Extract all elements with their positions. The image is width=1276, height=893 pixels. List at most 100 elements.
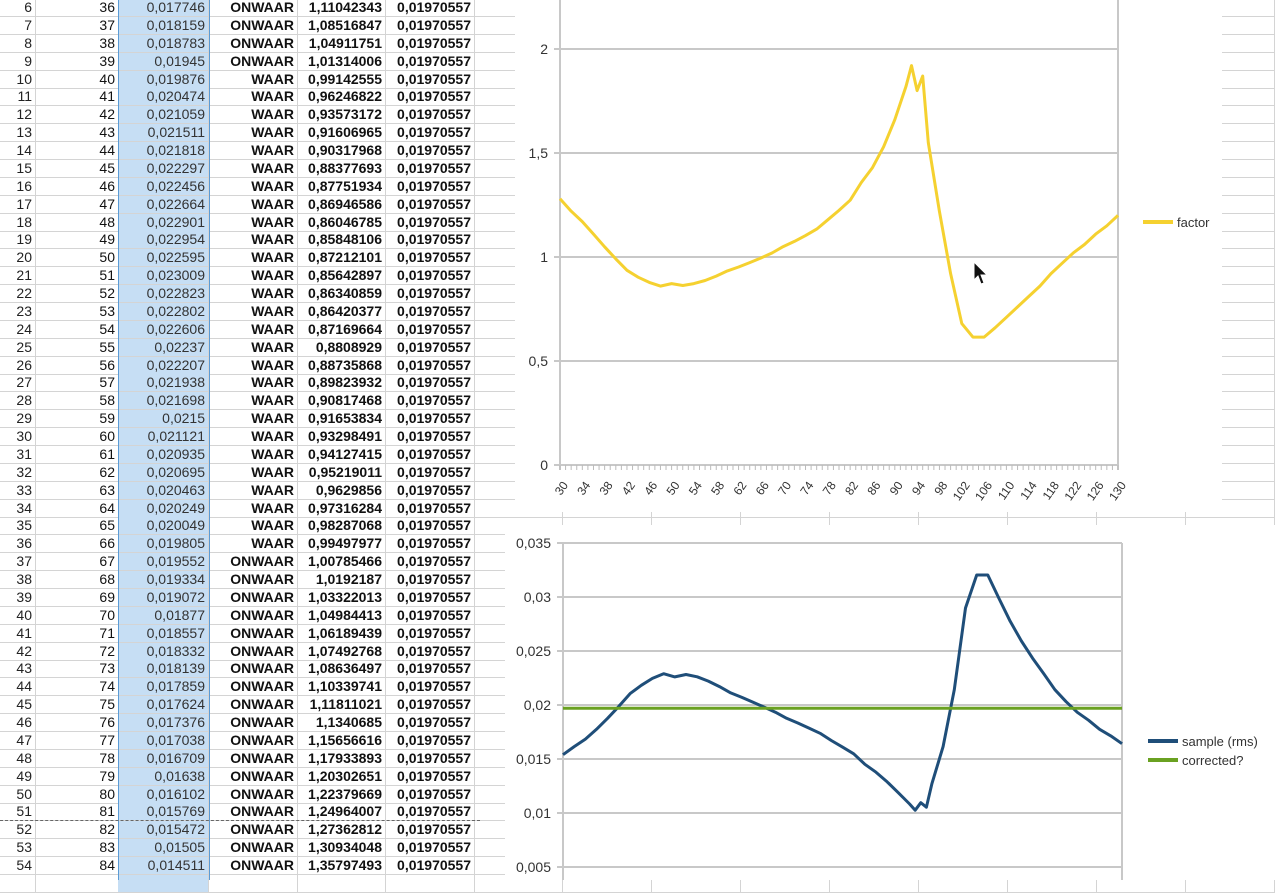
cell-f[interactable]: 0,01970557 — [386, 70, 475, 89]
row-header[interactable]: 44 — [0, 678, 36, 697]
row-header[interactable]: 35 — [0, 517, 36, 536]
cell-f[interactable]: 0,01970557 — [386, 267, 475, 286]
cell-d[interactable]: WAAR — [209, 445, 298, 464]
cell-b[interactable]: 72 — [35, 642, 119, 661]
cell-c[interactable]: 0,018557 — [118, 624, 209, 643]
row-header[interactable] — [0, 874, 36, 893]
row-header[interactable]: 24 — [0, 320, 36, 339]
cell-c[interactable]: 0,017038 — [118, 731, 209, 750]
cell-d[interactable]: ONWAAR — [209, 857, 298, 875]
cell-d[interactable]: ONWAAR — [209, 571, 298, 589]
cell-b[interactable]: 45 — [35, 159, 119, 178]
cell-b[interactable]: 43 — [35, 124, 119, 143]
cell-b[interactable]: 61 — [35, 445, 119, 464]
cell-b[interactable]: 76 — [35, 714, 119, 732]
cell-f[interactable]: 0,01970557 — [386, 535, 475, 554]
cell-c[interactable]: 0,021938 — [118, 374, 209, 393]
cell-d[interactable]: WAAR — [209, 428, 298, 446]
cell-f[interactable] — [386, 874, 475, 893]
cell-c[interactable]: 0,021121 — [118, 428, 209, 446]
cell-b[interactable]: 63 — [35, 481, 119, 500]
cell-f[interactable]: 0,01970557 — [386, 571, 475, 589]
cell-d[interactable]: ONWAAR — [209, 16, 298, 35]
cell-c[interactable]: 0,017859 — [118, 678, 209, 697]
cell-e[interactable]: 1,27362812 — [297, 821, 386, 840]
cell-e[interactable]: 1,15656616 — [297, 731, 386, 750]
cell-c[interactable]: 0,021818 — [118, 142, 209, 160]
cell-c[interactable]: 0,01638 — [118, 767, 209, 786]
cell-b[interactable]: 62 — [35, 463, 119, 482]
cell-e[interactable]: 0,93573172 — [297, 106, 386, 125]
cell-f[interactable]: 0,01970557 — [386, 803, 475, 822]
cell-d[interactable]: WAAR — [209, 106, 298, 125]
cell-f[interactable]: 0,01970557 — [386, 338, 475, 357]
cell-c[interactable]: 0,01877 — [118, 606, 209, 625]
cell-e[interactable]: 1,24964007 — [297, 803, 386, 822]
cell-c[interactable]: 0,014511 — [118, 857, 209, 875]
cell-c[interactable]: 0,015472 — [118, 821, 209, 840]
cell-e[interactable]: 1,30934048 — [297, 839, 386, 858]
cell-b[interactable]: 66 — [35, 535, 119, 554]
cell-e[interactable]: 0,9629856 — [297, 481, 386, 500]
cell-c[interactable]: 0,021511 — [118, 124, 209, 143]
cell-b[interactable]: 52 — [35, 285, 119, 303]
row-header[interactable]: 36 — [0, 535, 36, 554]
cell-d[interactable]: WAAR — [209, 338, 298, 357]
cell-d[interactable]: WAAR — [209, 231, 298, 250]
cell-f[interactable]: 0,01970557 — [386, 356, 475, 375]
row-header[interactable]: 16 — [0, 177, 36, 196]
cell-d[interactable]: ONWAAR — [209, 696, 298, 715]
cell-f[interactable]: 0,01970557 — [386, 106, 475, 125]
cell-f[interactable]: 0,01970557 — [386, 142, 475, 160]
cell-e[interactable]: 1,0192187 — [297, 571, 386, 589]
row-header[interactable]: 43 — [0, 660, 36, 679]
cell-b[interactable]: 82 — [35, 821, 119, 840]
cell-e[interactable]: 1,20302651 — [297, 767, 386, 786]
cell-b[interactable]: 42 — [35, 106, 119, 125]
cell-c[interactable]: 0,0215 — [118, 410, 209, 429]
row-header[interactable]: 28 — [0, 392, 36, 411]
cell-b[interactable]: 40 — [35, 70, 119, 89]
cell-f[interactable]: 0,01970557 — [386, 320, 475, 339]
cell-f[interactable]: 0,01970557 — [386, 821, 475, 840]
cell-e[interactable]: 1,04984413 — [297, 606, 386, 625]
row-header[interactable]: 23 — [0, 302, 36, 321]
cell-d[interactable]: WAAR — [209, 213, 298, 232]
cell-b[interactable]: 50 — [35, 249, 119, 268]
cell-d[interactable]: ONWAAR — [209, 731, 298, 750]
cell-c[interactable]: 0,019072 — [118, 588, 209, 607]
cell-e[interactable]: 1,00785466 — [297, 553, 386, 572]
cell-f[interactable]: 0,01970557 — [386, 749, 475, 768]
cell-b[interactable]: 53 — [35, 302, 119, 321]
cell-f[interactable]: 0,01970557 — [386, 410, 475, 429]
cell-f[interactable]: 0,01970557 — [386, 249, 475, 268]
row-header[interactable]: 34 — [0, 499, 36, 518]
cell-b[interactable]: 81 — [35, 803, 119, 822]
cell-f[interactable]: 0,01970557 — [386, 553, 475, 572]
cell-d[interactable]: WAAR — [209, 356, 298, 375]
cell-e[interactable]: 0,90817468 — [297, 392, 386, 411]
cell-f[interactable]: 0,01970557 — [386, 0, 475, 17]
row-header[interactable]: 49 — [0, 767, 36, 786]
cell-e[interactable]: 0,97316284 — [297, 499, 386, 518]
row-header[interactable]: 22 — [0, 285, 36, 303]
row-header[interactable]: 54 — [0, 857, 36, 875]
row-header[interactable]: 45 — [0, 696, 36, 715]
cell-c[interactable]: 0,022297 — [118, 159, 209, 178]
cell-c[interactable]: 0,018139 — [118, 660, 209, 679]
factor-chart[interactable]: 0 0,5 1 1,5 2 30 34 38 42 46 50 54 58 62 66 70 74 78 82 86 9… — [515, 0, 1222, 512]
cell-c[interactable]: 0,018783 — [118, 34, 209, 53]
cell-f[interactable]: 0,01970557 — [386, 52, 475, 71]
cell-f[interactable]: 0,01970557 — [386, 428, 475, 446]
cell-b[interactable]: 83 — [35, 839, 119, 858]
cell-d[interactable]: WAAR — [209, 535, 298, 554]
cell-d[interactable]: WAAR — [209, 374, 298, 393]
cell-f[interactable]: 0,01970557 — [386, 177, 475, 196]
cell-d[interactable]: WAAR — [209, 267, 298, 286]
cell-e[interactable]: 1,03322013 — [297, 588, 386, 607]
cell-b[interactable]: 46 — [35, 177, 119, 196]
cell-c[interactable]: 0,022823 — [118, 285, 209, 303]
cell-e[interactable]: 0,87751934 — [297, 177, 386, 196]
cell-d[interactable]: ONWAAR — [209, 678, 298, 697]
cell-f[interactable]: 0,01970557 — [386, 231, 475, 250]
